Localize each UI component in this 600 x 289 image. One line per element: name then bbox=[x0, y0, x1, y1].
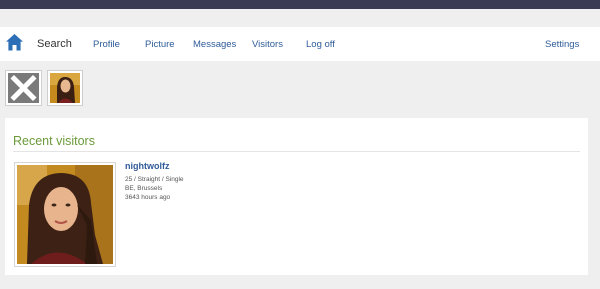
top-bar bbox=[0, 0, 600, 9]
visitor-avatar-image bbox=[17, 165, 113, 264]
nav-link-profile[interactable]: Profile bbox=[93, 39, 120, 50]
nav-link-picture[interactable]: Picture bbox=[145, 39, 175, 50]
visitor-last-seen: 3643 hours ago bbox=[125, 194, 171, 201]
visitor-avatar[interactable] bbox=[14, 162, 116, 267]
nav-link-logoff[interactable]: Log off bbox=[306, 39, 335, 50]
visitor-details: 25 / Straight / Single bbox=[125, 176, 184, 183]
nav-link-visitors[interactable]: Visitors bbox=[252, 39, 283, 50]
home-icon[interactable] bbox=[5, 33, 24, 52]
section-title: Recent visitors bbox=[13, 134, 95, 148]
visitor-location: BE, Brussels bbox=[125, 185, 163, 192]
profile-thumbnail[interactable] bbox=[47, 70, 83, 106]
search-link[interactable]: Search bbox=[37, 38, 72, 50]
visitor-name-link[interactable]: nightwolfz bbox=[125, 161, 170, 171]
close-button[interactable] bbox=[5, 70, 42, 106]
divider bbox=[13, 151, 580, 152]
nav-link-settings[interactable]: Settings bbox=[545, 39, 579, 50]
close-icon bbox=[8, 73, 39, 103]
nav-bar: Search Profile Picture Messages Visitors… bbox=[0, 27, 600, 61]
profile-thumbnail-image bbox=[50, 73, 80, 103]
nav-link-messages[interactable]: Messages bbox=[193, 39, 236, 50]
recent-visitors-panel: Recent visitors nightwolfz 25 / Straight… bbox=[5, 118, 588, 275]
